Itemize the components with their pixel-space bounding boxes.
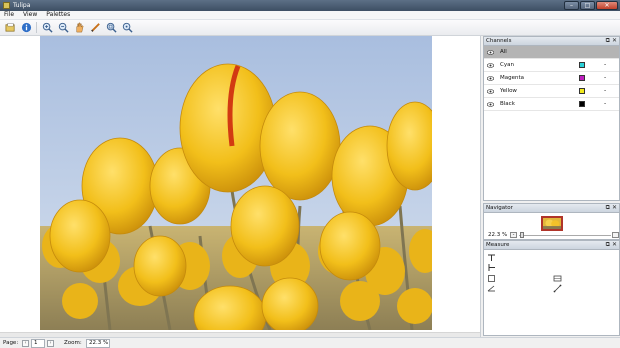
channel-label: Cyan xyxy=(500,62,514,68)
measure-header: Measure ⧉ ✕ xyxy=(484,241,619,250)
menu-file[interactable]: File xyxy=(4,11,14,19)
channel-row-magenta[interactable]: Magenta - xyxy=(484,72,619,85)
menu-palettes[interactable]: Palettes xyxy=(46,11,70,19)
eye-icon[interactable] xyxy=(486,50,495,55)
measure-title: Measure xyxy=(486,242,510,248)
eye-icon[interactable] xyxy=(486,89,495,94)
channel-label: All xyxy=(500,49,507,55)
menu-view[interactable]: View xyxy=(23,11,37,19)
channels-title: Channels xyxy=(486,38,512,44)
image-canvas[interactable] xyxy=(0,36,481,337)
measure-pencil-icon[interactable] xyxy=(89,22,101,34)
measure-area-icon[interactable] xyxy=(553,274,562,283)
zoom-out-button[interactable]: - xyxy=(510,232,517,238)
channel-label: Magenta xyxy=(500,75,525,81)
window-controls: – □ ✕ xyxy=(564,1,618,10)
channel-list: All Cyan - Magenta - Yellow - Black - xyxy=(484,46,619,111)
measure-horizontal-icon[interactable] xyxy=(487,253,496,262)
channel-collapse-button[interactable]: - xyxy=(604,61,606,68)
zoom-fit-icon[interactable] xyxy=(105,22,117,34)
zoom-actual-icon[interactable] xyxy=(121,22,133,34)
channels-panel: Channels ⧉ ✕ All Cyan - Magenta - Yellow - Blac… xyxy=(483,36,620,201)
pan-hand-icon[interactable] xyxy=(73,22,85,34)
channel-row-cyan[interactable]: Cyan - xyxy=(484,59,619,72)
tulip-photo xyxy=(40,36,432,330)
app-icon xyxy=(3,2,10,9)
navigator-thumbnail[interactable] xyxy=(541,216,563,231)
page-field[interactable]: 1 xyxy=(31,339,45,348)
close-button[interactable]: ✕ xyxy=(596,1,618,10)
previous-page-button[interactable]: ‹ xyxy=(22,340,29,347)
channel-collapse-button[interactable]: - xyxy=(604,87,606,94)
navigator-title: Navigator xyxy=(486,205,513,211)
navigator-zoom-value: 22.3 % xyxy=(488,232,508,238)
channel-color-swatch xyxy=(579,101,585,107)
zoom-in-button[interactable] xyxy=(612,232,619,238)
window-title: Tulipa xyxy=(13,2,31,9)
minimize-button[interactable]: – xyxy=(564,1,579,10)
toolbar xyxy=(0,20,620,36)
close-panel-icon[interactable]: ✕ xyxy=(612,38,617,44)
toolbar-separator xyxy=(36,22,37,33)
zoom-slider-track[interactable] xyxy=(519,235,611,236)
channel-collapse-button[interactable]: - xyxy=(604,74,606,81)
eye-icon[interactable] xyxy=(486,63,495,68)
measure-angle-icon[interactable] xyxy=(487,284,496,293)
zoom-label: Zoom: xyxy=(64,340,82,346)
open-icon[interactable] xyxy=(4,22,16,34)
measure-panel: Measure ⧉ ✕ xyxy=(483,240,620,336)
channel-label: Black xyxy=(500,101,515,107)
float-panel-icon[interactable]: ⧉ xyxy=(606,38,610,44)
navigator-header: Navigator ⧉ ✕ xyxy=(484,204,619,213)
zoom-slider-handle[interactable] xyxy=(520,232,524,238)
close-panel-icon[interactable]: ✕ xyxy=(612,242,617,248)
menu-bar: File View Palettes xyxy=(0,11,620,20)
title-bar: Tulipa – □ ✕ xyxy=(0,0,620,11)
zoom-in-icon[interactable] xyxy=(41,22,53,34)
navigator-zoom-control: 22.3 % - xyxy=(486,232,619,239)
measure-vertical-icon[interactable] xyxy=(487,263,496,272)
maximize-button[interactable]: □ xyxy=(580,1,595,10)
channel-row-black[interactable]: Black - xyxy=(484,98,619,111)
eye-icon[interactable] xyxy=(486,76,495,81)
navigator-panel: Navigator ⧉ ✕ 22.3 % - xyxy=(483,203,620,240)
eye-icon[interactable] xyxy=(486,102,495,107)
channel-color-swatch xyxy=(579,62,585,68)
info-icon[interactable] xyxy=(20,22,32,34)
measure-rect-icon[interactable] xyxy=(487,274,496,283)
channel-color-swatch xyxy=(579,75,585,81)
channel-row-yellow[interactable]: Yellow - xyxy=(484,85,619,98)
next-page-button[interactable]: › xyxy=(47,340,54,347)
channel-row-all[interactable]: All xyxy=(484,46,619,59)
channel-color-swatch xyxy=(579,88,585,94)
close-panel-icon[interactable]: ✕ xyxy=(612,205,617,211)
zoom-out-icon[interactable] xyxy=(57,22,69,34)
float-panel-icon[interactable]: ⧉ xyxy=(606,205,610,211)
channel-label: Yellow xyxy=(500,88,517,94)
status-bar: Page: ‹ 1 › Zoom: 22.3 % xyxy=(0,337,620,348)
float-panel-icon[interactable]: ⧉ xyxy=(606,242,610,248)
measure-line-icon[interactable] xyxy=(553,284,562,293)
channels-header: Channels ⧉ ✕ xyxy=(484,37,619,46)
page-label: Page: xyxy=(3,340,19,346)
channel-collapse-button[interactable]: - xyxy=(604,100,606,107)
zoom-field[interactable]: 22.3 % xyxy=(86,339,110,348)
